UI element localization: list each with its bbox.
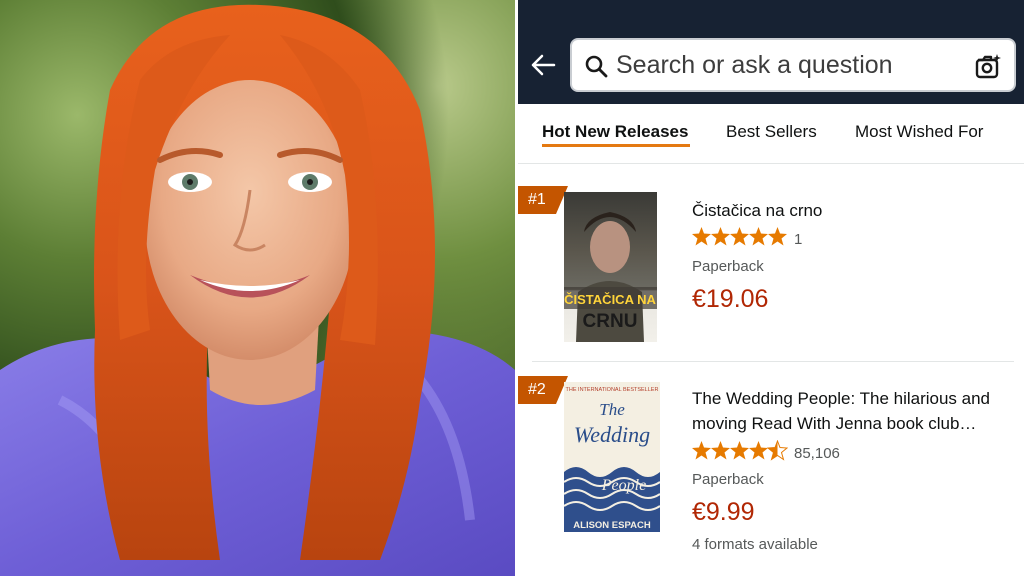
tab-best-sellers[interactable]: Best Sellers bbox=[726, 122, 817, 142]
star-rating[interactable] bbox=[692, 226, 788, 248]
rating-count[interactable]: 85,106 bbox=[794, 445, 840, 462]
product-title[interactable]: The Wedding People: The hilarious and mo… bbox=[692, 386, 1012, 436]
book-cover-image[interactable]: ČISTAČICA NA CRNU bbox=[564, 192, 657, 342]
product-format: Paperback bbox=[692, 471, 764, 488]
top-navigation-bar bbox=[518, 0, 1024, 104]
formats-available[interactable]: 4 formats available bbox=[692, 536, 818, 553]
cover-title-line2: CRNU bbox=[583, 311, 638, 332]
product-price: €9.99 bbox=[692, 498, 755, 526]
search-input[interactable] bbox=[616, 50, 956, 80]
four-and-half-stars-icon bbox=[692, 439, 789, 461]
product-list-item[interactable]: #2 THE INTERNATIONAL BESTSELLER The Wedd… bbox=[518, 376, 1024, 576]
portrait-illustration bbox=[0, 4, 515, 576]
product-list-item[interactable]: #1 ČISTAČICA NA CRNU Čistačica na crno 1… bbox=[518, 186, 1024, 362]
star-rating[interactable] bbox=[692, 439, 789, 462]
back-arrow-icon[interactable] bbox=[530, 52, 556, 78]
rank-badge: #2 bbox=[518, 376, 568, 404]
tab-hot-new-releases[interactable]: Hot New Releases bbox=[542, 122, 688, 142]
category-tabs: Hot New Releases Best Sellers Most Wishe… bbox=[518, 104, 1024, 164]
screen: Hot New Releases Best Sellers Most Wishe… bbox=[0, 0, 1024, 576]
cover-word-the: The bbox=[599, 400, 625, 419]
book-cover-art: THE INTERNATIONAL BESTSELLER The Wedding… bbox=[564, 387, 660, 532]
item-separator bbox=[532, 361, 1014, 362]
cover-word-wedding: Wedding bbox=[574, 422, 650, 447]
rating-count[interactable]: 1 bbox=[794, 231, 802, 248]
product-format: Paperback bbox=[692, 258, 764, 275]
five-stars-icon bbox=[692, 227, 787, 246]
camera-lens-icon[interactable] bbox=[974, 52, 1002, 80]
product-title[interactable]: Čistačica na crno bbox=[692, 198, 1012, 223]
cover-author: ALISON ESPACH bbox=[573, 520, 651, 531]
active-tab-indicator bbox=[542, 144, 690, 147]
tab-most-wished-for[interactable]: Most Wished For bbox=[855, 122, 983, 142]
shopping-app-screen: Hot New Releases Best Sellers Most Wishe… bbox=[518, 0, 1024, 576]
cover-word-people: People bbox=[601, 477, 646, 494]
rank-badge: #1 bbox=[518, 186, 568, 214]
book-cover-image[interactable]: THE INTERNATIONAL BESTSELLER The Wedding… bbox=[564, 382, 660, 532]
search-icon bbox=[585, 55, 608, 78]
portrait-photo bbox=[0, 0, 515, 576]
book-cover-art: ČISTAČICA NA CRNU bbox=[564, 212, 657, 342]
product-price: €19.06 bbox=[692, 285, 769, 313]
search-bar[interactable] bbox=[570, 38, 1016, 92]
cover-title-line1: ČISTAČICA NA bbox=[564, 292, 656, 307]
cover-tagline: THE INTERNATIONAL BESTSELLER bbox=[566, 387, 659, 393]
